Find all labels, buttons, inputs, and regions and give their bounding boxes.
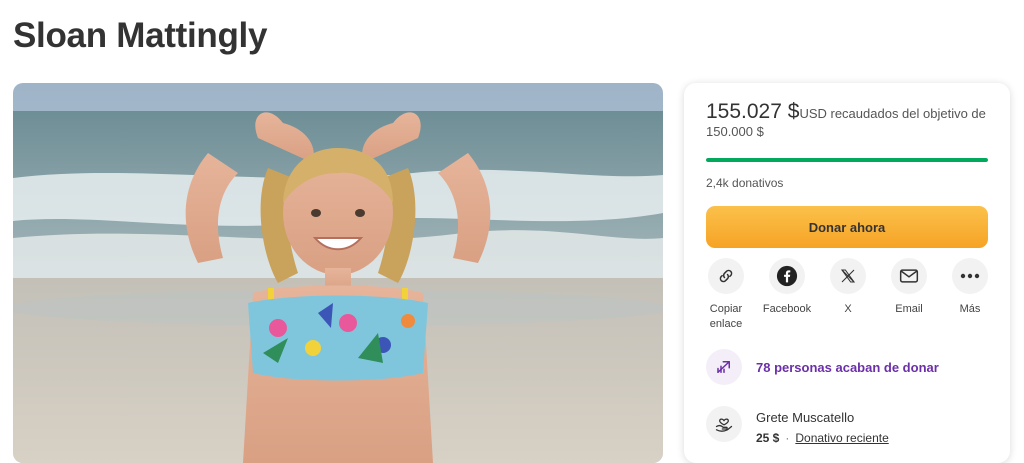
- donor-name: Grete Muscatello: [756, 410, 855, 425]
- link-icon: [708, 258, 744, 294]
- trending-icon: [706, 349, 742, 385]
- share-label: X: [844, 303, 852, 315]
- recent-donation-link[interactable]: Donativo reciente: [795, 431, 888, 445]
- currency-label: USD: [799, 106, 827, 121]
- share-email[interactable]: Email: [879, 258, 939, 317]
- share-more[interactable]: Más: [940, 258, 1000, 317]
- facebook-icon: [769, 258, 805, 294]
- share-facebook[interactable]: Facebook: [757, 258, 817, 317]
- progress-bar: [706, 158, 988, 162]
- donate-now-button[interactable]: Donar ahora: [706, 206, 988, 248]
- goal-amount: 150.000 $: [706, 124, 764, 139]
- share-label: Email: [895, 303, 923, 315]
- raised-text: recaudados del objetivo de: [826, 106, 986, 121]
- share-label: Más: [959, 303, 981, 315]
- x-logo-icon: [830, 258, 866, 294]
- donor-amount: 25 $: [756, 431, 780, 445]
- campaign-photo[interactable]: [13, 83, 663, 463]
- more-icon: [952, 258, 988, 294]
- amount-raised: 155.027 $USD recaudados del objetivo de …: [706, 100, 991, 141]
- share-label: Facebook: [762, 303, 812, 315]
- share-copy-link[interactable]: Copiar enlace: [696, 258, 756, 332]
- donation-hands-icon: [706, 406, 742, 442]
- share-label: Copiar enlace: [709, 303, 743, 330]
- progress-fill: [706, 158, 988, 162]
- donations-count: 2,4k donativos: [706, 176, 784, 190]
- donor-meta: 25 $ · Donativo reciente: [756, 431, 889, 445]
- separator: ·: [785, 431, 790, 445]
- email-icon: [891, 258, 927, 294]
- share-x[interactable]: X: [818, 258, 878, 317]
- share-row: Copiar enlace Facebook X Email Más: [696, 258, 1000, 330]
- recent-donors-row[interactable]: 78 personas acaban de donar: [706, 349, 988, 385]
- donor-entry: Grete Muscatello 25 $ · Donativo reciente: [706, 406, 988, 446]
- recent-donors-text: 78 personas acaban de donar: [756, 360, 939, 375]
- donation-card: 155.027 $USD recaudados del objetivo de …: [684, 83, 1010, 463]
- amount-value: 155.027 $: [706, 100, 800, 123]
- page-title: Sloan Mattingly: [13, 16, 268, 55]
